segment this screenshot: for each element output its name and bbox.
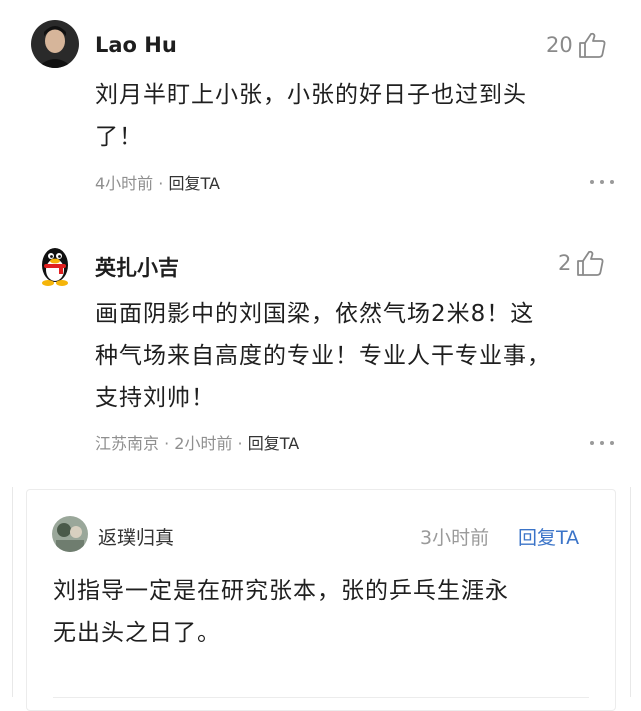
comment-meta: 江苏南京 · 2小时前 · 回复TA — [95, 434, 300, 453]
penguin-icon — [31, 240, 79, 288]
comment-text: 画面阴影中的刘国梁，依然气场2米8！这 种气场来自高度的专业！专业人干专业事， … — [95, 301, 551, 411]
more-options-icon[interactable] — [590, 441, 614, 447]
username[interactable]: Lao Hu — [95, 33, 177, 57]
thumbs-up-icon — [577, 250, 604, 276]
divider — [53, 697, 589, 698]
quoted-comment-card: 返璞归真 3小时前 回复TA 刘指导一定是在研究张本，张的乒乓生涯永 无出头之日… — [26, 489, 616, 711]
username[interactable]: 返璞归真 — [98, 523, 174, 550]
like-button[interactable]: 2 — [558, 248, 605, 278]
thumbs-up-icon — [578, 32, 606, 58]
card-edge — [0, 487, 13, 697]
like-count: 20 — [546, 33, 573, 57]
user-photo-icon — [52, 516, 88, 552]
avatar[interactable] — [31, 240, 79, 288]
comment-text: 刘月半盯上小张，小张的好日子也过到头 了！ — [95, 82, 527, 150]
comment-item: Lao Hu 20 刘月半盯上小张，小张的好日子也过到头 了！ 4小时前 · 回… — [0, 0, 641, 230]
timestamp: 4小时前 — [95, 174, 154, 193]
comment-meta: 4小时前 · 回复TA — [95, 174, 220, 193]
username[interactable]: 英扎小吉 — [95, 252, 179, 282]
timestamp: 2小时前 — [174, 434, 233, 453]
more-options-icon[interactable] — [590, 180, 614, 186]
reply-link[interactable]: 回复TA — [168, 174, 219, 193]
avatar[interactable] — [31, 20, 79, 68]
comment-text: 刘指导一定是在研究张本，张的乒乓生涯永 无出头之日了。 — [53, 578, 509, 646]
reply-link[interactable]: 回复TA — [248, 434, 299, 453]
like-count: 2 — [558, 251, 572, 275]
avatar[interactable] — [52, 516, 88, 552]
comment-item: 英扎小吉 2 画面阴影中的刘国梁，依然气场2米8！这 种气场来自高度的专业！专业… — [0, 230, 641, 480]
like-button[interactable]: 20 — [546, 30, 607, 60]
card-edge — [630, 487, 641, 697]
location: 江苏南京 — [95, 434, 160, 453]
reply-link[interactable]: 回复TA — [518, 523, 579, 550]
timestamp: 3小时前 — [420, 527, 490, 549]
user-photo-icon — [31, 20, 79, 68]
